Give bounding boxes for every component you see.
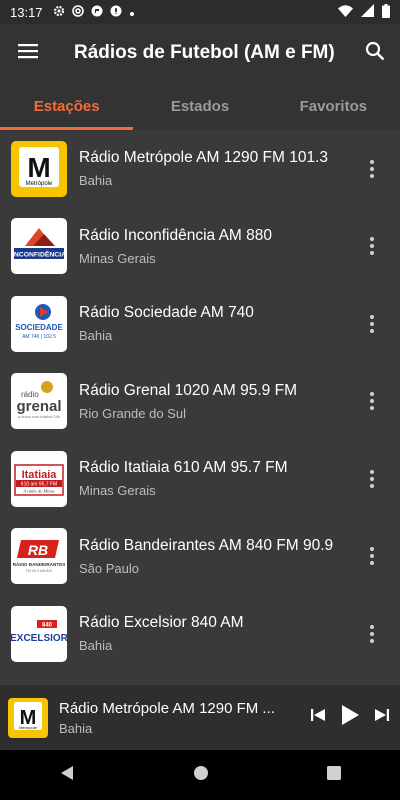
- station-name: Rádio Itatiaia 610 AM 95.7 FM: [79, 459, 288, 477]
- station-logo-grenal: rádio grenal a única com futebol 24h: [11, 373, 67, 430]
- station-row[interactable]: 840 EXCELSIOR Rádio Excelsior 840 AM Bah…: [0, 595, 400, 673]
- more-vert-icon: [370, 547, 374, 552]
- station-name: Rádio Excelsior 840 AM: [79, 614, 244, 632]
- skip-previous-button[interactable]: [302, 698, 334, 738]
- more-options-button[interactable]: [352, 381, 392, 421]
- recents-square-icon: [327, 765, 341, 780]
- back-triangle-icon: [61, 765, 73, 780]
- svg-text:SOCIEDADE: SOCIEDADE: [15, 323, 63, 332]
- svg-text:610 am 95,7 FM: 610 am 95,7 FM: [21, 481, 57, 487]
- station-name: Rádio Grenal 1020 AM 95.9 FM: [79, 381, 297, 399]
- station-state: São Paulo: [79, 560, 139, 576]
- svg-text:RÁDIO BANDEIRANTES: RÁDIO BANDEIRANTES: [13, 561, 66, 567]
- tab-bar: Estações Estados Favoritos: [0, 82, 400, 130]
- status-time: 13:17: [10, 4, 43, 20]
- svg-text:Metrópole: Metrópole: [19, 725, 38, 730]
- station-list: M Metrópole Rádio Metrópole AM 1290 FM 1…: [0, 130, 400, 685]
- station-row[interactable]: Itatiaia 610 am 95,7 FM A rádio de Minas…: [0, 440, 400, 518]
- svg-text:EXCELSIOR: EXCELSIOR: [11, 633, 67, 644]
- tab-favoritos[interactable]: Favoritos: [267, 82, 400, 130]
- station-state: Rio Grande do Sul: [79, 405, 186, 421]
- battery-icon: [382, 3, 390, 21]
- recents-button[interactable]: [326, 765, 342, 786]
- app-bar: Rádios de Futebol (AM e FM): [0, 24, 400, 82]
- station-row[interactable]: INCONFIDÊNCIA Rádio Inconfidência AM 880…: [0, 208, 400, 286]
- more-vert-icon: [370, 392, 374, 397]
- skip-previous-icon: [310, 707, 326, 728]
- station-name: Rádio Inconfidência AM 880: [79, 226, 273, 244]
- station-logo-metropole: M Metrópole: [11, 140, 67, 197]
- gear-icon: [53, 5, 65, 20]
- tab-estados[interactable]: Estados: [133, 82, 266, 130]
- search-button[interactable]: [350, 24, 400, 82]
- home-circle-icon: [194, 765, 208, 780]
- station-row[interactable]: M Metrópole Rádio Metrópole AM 1290 FM 1…: [0, 130, 400, 208]
- signal-icon: [361, 4, 374, 20]
- player-station-state: Bahia: [59, 720, 93, 736]
- svg-text:Itatiaia: Itatiaia: [22, 469, 58, 481]
- more-options-button[interactable]: [352, 459, 392, 499]
- station-logo-itatiaia: Itatiaia 610 am 95,7 FM A rádio de Minas: [11, 450, 67, 507]
- svg-text:grenal: grenal: [16, 398, 61, 415]
- more-options-button[interactable]: [352, 226, 392, 266]
- station-row[interactable]: SOCIEDADE AM 740 | 102.5 Rádio Sociedade…: [0, 285, 400, 363]
- skip-next-icon: [374, 707, 390, 728]
- more-vert-icon: [370, 624, 374, 629]
- page-title: Rádios de Futebol (AM e FM): [74, 42, 335, 63]
- search-icon: [365, 41, 385, 66]
- station-state: Bahia: [79, 328, 113, 344]
- station-state: Minas Gerais: [79, 483, 156, 499]
- menu-button[interactable]: [0, 24, 56, 82]
- station-logo-excelsior: 840 EXCELSIOR: [11, 605, 67, 662]
- status-bar: 13:17: [0, 0, 400, 24]
- svg-text:Metrópole: Metrópole: [26, 181, 53, 187]
- more-vert-icon: [370, 237, 374, 242]
- svg-text:AM 740 | 102.5: AM 740 | 102.5: [22, 334, 56, 340]
- svg-text:A rádio de Minas: A rádio de Minas: [22, 488, 55, 493]
- svg-text:FM 90.9 AM 840: FM 90.9 AM 840: [26, 569, 52, 573]
- svg-text:INCONFIDÊNCIA: INCONFIDÊNCIA: [12, 250, 66, 259]
- mic-icon: [110, 5, 122, 20]
- station-logo-inconfidencia: INCONFIDÊNCIA: [11, 218, 67, 275]
- tab-estacoes[interactable]: Estações: [0, 82, 134, 130]
- station-row[interactable]: RB RÁDIO BANDEIRANTES FM 90.9 AM 840 Rád…: [0, 518, 400, 596]
- more-vert-icon: [370, 314, 374, 319]
- svg-text:RB: RB: [28, 542, 48, 558]
- svg-text:M: M: [27, 152, 50, 183]
- more-options-button[interactable]: [352, 149, 392, 189]
- dot-icon: [129, 5, 135, 20]
- player-logo: M Metrópole: [8, 697, 48, 738]
- station-logo-sociedade: SOCIEDADE AM 740 | 102.5: [11, 295, 67, 352]
- player-station-name: Rádio Metrópole AM 1290 FM ...: [59, 699, 275, 717]
- station-state: Bahia: [79, 173, 113, 189]
- system-nav-bar: [0, 750, 400, 800]
- home-button[interactable]: [192, 764, 210, 787]
- station-logo-bandeirantes: RB RÁDIO BANDEIRANTES FM 90.9 AM 840: [11, 528, 67, 585]
- hamburger-icon: [18, 43, 38, 64]
- more-options-button[interactable]: [352, 536, 392, 576]
- skip-next-button[interactable]: [366, 698, 398, 738]
- svg-text:840: 840: [42, 622, 53, 628]
- more-vert-icon: [370, 159, 374, 164]
- station-state: Minas Gerais: [79, 250, 156, 266]
- more-options-button[interactable]: [352, 304, 392, 344]
- station-row[interactable]: rádio grenal a única com futebol 24h Rád…: [0, 363, 400, 441]
- station-name: Rádio Sociedade AM 740: [79, 304, 254, 322]
- station-state: Bahia: [79, 638, 113, 654]
- station-name: Rádio Bandeirantes AM 840 FM 90.9: [79, 536, 334, 554]
- play-icon: [340, 704, 360, 731]
- station-name: Rádio Metrópole AM 1290 FM 101.3: [79, 149, 328, 167]
- wifi-icon: [338, 4, 353, 20]
- shield-icon: [91, 5, 103, 20]
- back-button[interactable]: [58, 764, 76, 787]
- svg-text:a única com futebol 24h: a única com futebol 24h: [18, 414, 60, 419]
- more-options-button[interactable]: [352, 614, 392, 654]
- play-button[interactable]: [334, 698, 366, 738]
- at-icon: [71, 4, 84, 20]
- more-vert-icon: [370, 469, 374, 474]
- now-playing-bar[interactable]: M Metrópole Rádio Metrópole AM 1290 FM .…: [0, 685, 400, 750]
